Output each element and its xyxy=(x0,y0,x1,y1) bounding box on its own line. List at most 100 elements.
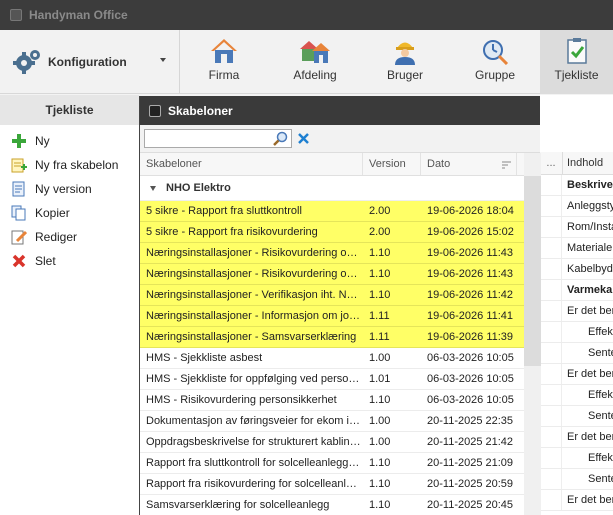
content-row-gap xyxy=(540,175,562,195)
sidebar-item-copy[interactable]: Kopier xyxy=(0,201,139,225)
cell-date: 19-06-2026 11:39 xyxy=(427,331,514,343)
cell-date: 20-11-2025 21:42 xyxy=(427,436,514,448)
checklist-icon xyxy=(566,38,587,64)
column-header-templates[interactable]: Skabeloner xyxy=(140,153,363,175)
content-row: Varmekabel xyxy=(540,280,613,301)
content-row-gap xyxy=(540,343,562,363)
cell-template-name: Næringsinstallasjoner - Risikovurdering … xyxy=(146,268,363,280)
content-row-gap xyxy=(540,196,562,216)
ribbon-label-firma: Firma xyxy=(208,68,240,82)
app-icon xyxy=(10,9,22,21)
app-title: Handyman Office xyxy=(29,8,128,22)
cell-version: 1.01 xyxy=(369,373,391,385)
dialog-titlebar: Skabeloner xyxy=(140,96,540,125)
column-header-version[interactable]: Version xyxy=(363,153,421,175)
vertical-scrollbar[interactable] xyxy=(524,153,541,515)
content-row-gap xyxy=(540,217,562,237)
table-row[interactable]: Næringsinstallasjoner - Samsvarserklærin… xyxy=(140,327,524,348)
table-row[interactable]: Næringsinstallasjoner - Risikovurdering … xyxy=(140,243,524,264)
ribbon-button-bruger[interactable]: Bruger xyxy=(375,30,435,94)
ribbon-button-gruppe[interactable]: Gruppe xyxy=(465,30,525,94)
configuration-label: Konfiguration xyxy=(48,55,127,69)
cell-template-name: Næringsinstallasjoner - Risikovurdering … xyxy=(146,247,363,259)
table-row[interactable]: HMS - Sjekkliste for oppfølging ved pers… xyxy=(140,369,524,390)
sidebar-item-new[interactable]: Ny xyxy=(0,129,139,153)
scrollbar-thumb[interactable] xyxy=(524,176,541,366)
sort-icon[interactable] xyxy=(502,161,511,169)
ribbon-button-tjekliste[interactable]: Tjekliste xyxy=(540,30,613,94)
collapse-triangle-icon[interactable] xyxy=(150,185,156,191)
cell-date: 19-06-2026 18:04 xyxy=(427,205,514,217)
sidebar-title: Tjekliste xyxy=(0,95,139,125)
plus-icon xyxy=(11,133,27,149)
cell-version: 1.10 xyxy=(369,247,391,259)
gear-icon xyxy=(13,50,40,74)
cell-version: 1.00 xyxy=(369,415,391,427)
content-row-gap xyxy=(540,301,562,321)
table-row[interactable]: Næringsinstallasjoner - Risikovurdering … xyxy=(140,264,524,285)
column-more-header[interactable]: ... xyxy=(540,157,562,169)
cell-template-name: Næringsinstallasjoner - Verifikasjon iht… xyxy=(146,289,358,301)
table-row[interactable]: Rapport fra risikovurdering for solcelle… xyxy=(140,474,524,495)
cell-template-name: Rapport fra risikovurdering for solcelle… xyxy=(146,478,357,490)
table-row[interactable]: Rapport fra sluttkontroll for solcellean… xyxy=(140,453,524,474)
table-row[interactable]: 5 sikre - Rapport fra risikovurdering 2.0… xyxy=(140,222,524,243)
cell-version: 1.11 xyxy=(369,331,390,343)
cell-date: 19-06-2026 11:43 xyxy=(427,268,514,280)
sidebar-item-delete[interactable]: Slet xyxy=(0,249,139,273)
sidebar-item-label: Slet xyxy=(35,254,56,268)
sidebar-item-label: Ny xyxy=(35,134,50,148)
content-row: Sentes xyxy=(540,469,613,490)
table-row[interactable]: HMS - Sjekkliste asbest 1.00 06-03-2026 10… xyxy=(140,348,524,369)
group-row[interactable]: NHO Elektro xyxy=(140,176,524,201)
content-row-gap xyxy=(540,238,562,258)
content-row-gap xyxy=(540,427,562,447)
content-row-text: Kabelbydel xyxy=(567,263,613,275)
cell-template-name: HMS - Sjekkliste for oppfølging ved pers… xyxy=(146,373,363,385)
search-icon[interactable] xyxy=(273,131,288,146)
templates-dialog: Skabeloner Skabeloner Version Dato NHO E… xyxy=(139,96,541,515)
sidebar-item-new-version[interactable]: Ny version xyxy=(0,177,139,201)
ribbon-label-afdeling: Afdeling xyxy=(293,68,337,82)
cell-template-name: Næringsinstallasjoner - Informasjon om j… xyxy=(146,310,360,322)
content-row-text: Effekt xyxy=(588,326,613,338)
ribbon-button-firma[interactable]: Firma xyxy=(193,30,255,94)
content-row-text: Varmekabel xyxy=(567,284,613,296)
ribbon-button-afdeling[interactable]: Afdeling xyxy=(282,30,348,94)
cell-version: 1.10 xyxy=(369,268,391,280)
table-row[interactable]: 5 sikre - Rapport fra sluttkontroll 2.00 1… xyxy=(140,201,524,222)
table-row[interactable]: HMS - Risikovurdering personsikkerhet 1.1… xyxy=(140,390,524,411)
search-input[interactable] xyxy=(144,129,292,148)
clear-search-icon[interactable] xyxy=(297,132,310,145)
content-row-text: Anleggstype xyxy=(567,200,613,212)
sidebar-item-edit[interactable]: Rediger xyxy=(0,225,139,249)
cell-version: 1.11 xyxy=(369,310,390,322)
content-row-text: Beskrivelse xyxy=(567,179,613,191)
column-header-content[interactable]: Indhold xyxy=(562,152,603,174)
content-row-text: Sentes xyxy=(588,410,613,422)
cell-template-name: 5 sikre - Rapport fra sluttkontroll xyxy=(146,205,302,217)
cell-date: 19-06-2026 11:43 xyxy=(427,247,514,259)
content-row-gap xyxy=(540,385,562,405)
app-titlebar: Handyman Office xyxy=(0,0,613,30)
column-header-date[interactable]: Dato xyxy=(421,153,517,175)
sidebar-item-new-from-template[interactable]: Ny fra skabelon xyxy=(0,153,139,177)
table-row[interactable]: Oppdragsbeskrivelse for strukturert kabl… xyxy=(140,432,524,453)
content-row-gap xyxy=(540,448,562,468)
new-version-icon xyxy=(11,181,27,197)
cell-template-name: Oppdragsbeskrivelse for strukturert kabl… xyxy=(146,436,361,448)
content-row-text: Sentes xyxy=(588,473,613,485)
content-row-text: Effekt xyxy=(588,452,613,464)
cell-version: 1.10 xyxy=(369,499,391,511)
content-row: Sentes xyxy=(540,406,613,427)
configuration-dropdown[interactable]: Konfiguration xyxy=(0,30,180,94)
table-row[interactable]: Næringsinstallasjoner - Verifikasjon iht… xyxy=(140,285,524,306)
cell-date: 20-11-2025 20:59 xyxy=(427,478,514,490)
content-row-gap xyxy=(540,280,562,300)
edit-icon xyxy=(11,229,27,245)
content-row: Anleggstype xyxy=(540,196,613,217)
table-row[interactable]: Næringsinstallasjoner - Informasjon om j… xyxy=(140,306,524,327)
table-row[interactable]: Samsvarserklæring for solcelleanlegg 1.10… xyxy=(140,495,524,515)
sidebar-item-label: Ny version xyxy=(35,182,92,196)
table-row[interactable]: Dokumentasjon av føringsveier for ekom i… xyxy=(140,411,524,432)
